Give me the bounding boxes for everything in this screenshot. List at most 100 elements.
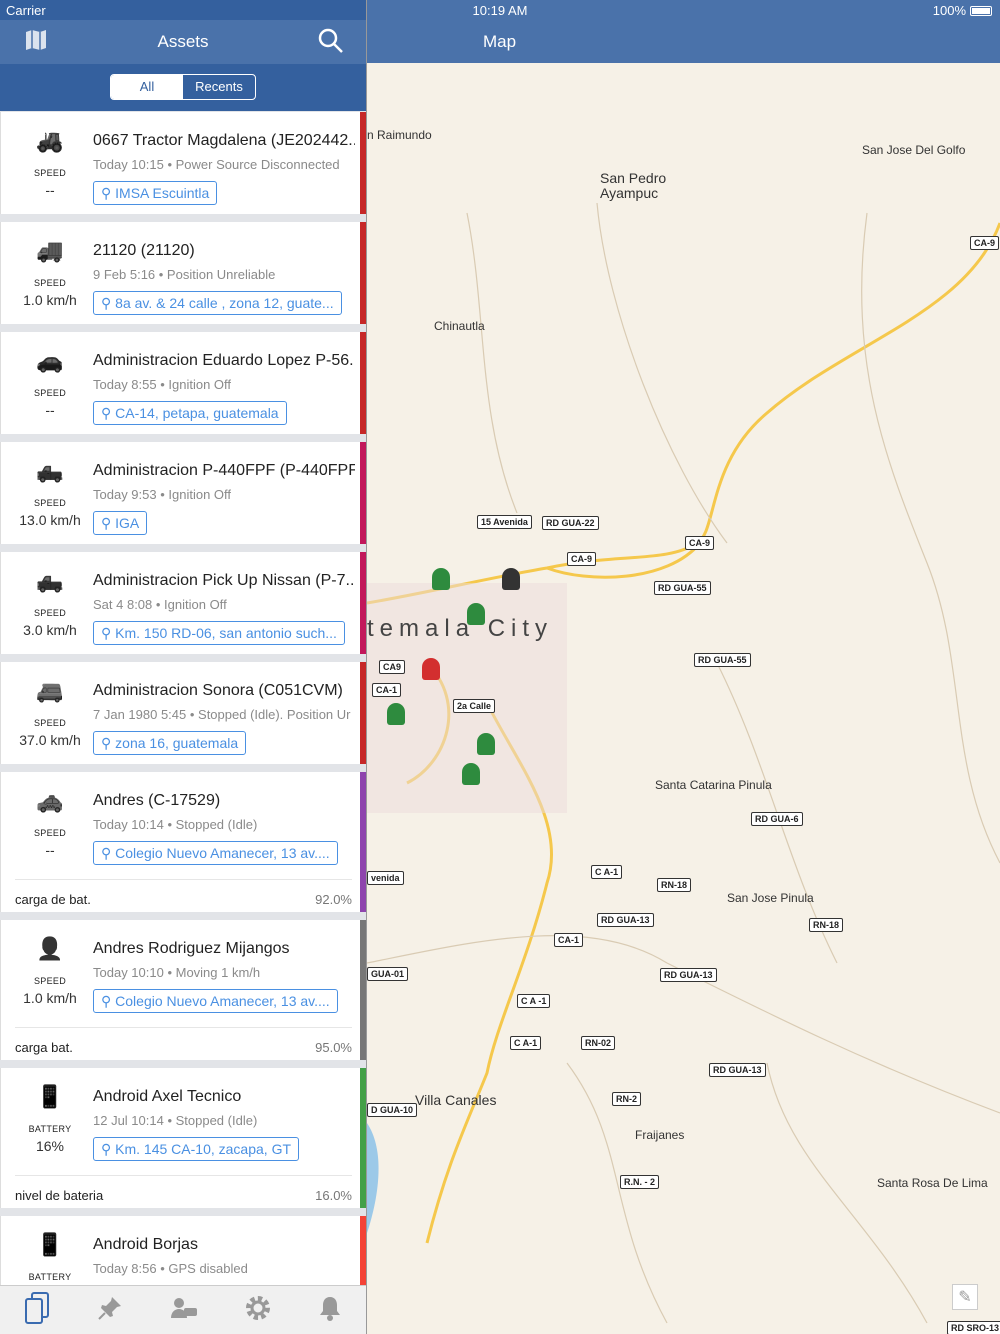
pickup-icon: 🛻 (36, 568, 64, 593)
pin-tab-icon[interactable] (97, 1295, 123, 1326)
asset-marker-icon[interactable] (477, 733, 495, 755)
location-label: zona 16, guatemala (115, 735, 239, 751)
map-place-label: n Raimundo (367, 128, 432, 142)
asset-marker-icon[interactable] (502, 568, 520, 590)
road-shield: RD GUA-13 (660, 968, 717, 982)
tab-recents[interactable]: Recents (183, 75, 255, 99)
notifications-tab-icon[interactable] (318, 1295, 342, 1326)
map-place-label: Villa Canales (415, 1092, 497, 1108)
asset-marker-icon[interactable] (467, 603, 485, 625)
asset-marker-icon[interactable] (432, 568, 450, 590)
metric-label: SPEED (33, 278, 66, 288)
asset-name: Administracion Eduardo Lopez P-56... (93, 352, 355, 369)
location-button[interactable]: ⚲ zona 16, guatemala (93, 731, 247, 755)
location-pin-icon: ⚲ (101, 845, 116, 861)
map-view[interactable]: n Raimundo San Pedro Ayampuc San Jose Del … (367, 63, 1000, 1334)
metric-label: SPEED (33, 718, 66, 728)
asset-name: Administracion Sonora (C051CVM) (93, 682, 343, 699)
asset-status: Today 8:56 • GPS disabled (93, 1261, 248, 1276)
sensor-row: carga bat. 95.0% (15, 1027, 352, 1055)
location-button[interactable]: ⚲ Colegio Nuevo Amanecer, 13 av.... (93, 841, 338, 865)
metric-label: BATTERY (28, 1124, 72, 1134)
location-button[interactable]: ⚲ IMSA Escuintla (93, 181, 218, 205)
sensor-row: nivel de bateria 16.0% (15, 1175, 352, 1203)
metric-label: SPEED (33, 608, 66, 618)
assets-title: Assets (157, 32, 209, 51)
status-bar: Carrier 10:19 AM 100% (0, 0, 1000, 20)
location-button[interactable]: ⚲ 8a av. & 24 calle , zona 12, guate... (93, 291, 342, 315)
asset-card[interactable]: 🚗 SPEED -- Administracion Eduardo Lopez … (0, 332, 366, 434)
sensor-value: 95.0% (315, 1040, 352, 1055)
location-label: IMSA Escuintla (115, 185, 210, 201)
road-shield: CA9 (379, 660, 406, 674)
metric-label: SPEED (33, 388, 66, 398)
pin-map-button[interactable]: ✎ (952, 1284, 978, 1310)
asset-name: Administracion Pick Up Nissan (P-7... (93, 572, 355, 589)
clock: 10:19 AM (472, 3, 528, 18)
road-shield: 2a Calle (453, 699, 496, 713)
sensor-label: carga de bat. (15, 892, 91, 907)
metric-value: 1.0 km/h (23, 292, 77, 308)
asset-card[interactable]: 📱 BATTERY 16% Android Axel Tecnico 12 Ju… (0, 1068, 366, 1208)
asset-card[interactable]: 🛻 SPEED 3.0 km/h Administracion Pick Up … (0, 552, 366, 654)
asset-card[interactable]: 🛻 SPEED 13.0 km/h Administracion P-440FP… (0, 442, 366, 544)
pickup-icon: 🛻 (36, 458, 64, 483)
asset-marker-icon[interactable] (462, 763, 480, 785)
car-icon: 🚗 (36, 348, 64, 373)
road-shield: R.N. - 2 (620, 1175, 660, 1189)
road-shield: C A-1 (591, 865, 623, 879)
location-label: 8a av. & 24 calle , zona 12, guate... (115, 295, 334, 311)
road-shield: RN-18 (657, 878, 692, 892)
road-shield: CA-9 (567, 552, 597, 566)
metric-value: 13.0 km/h (19, 512, 81, 528)
asset-name: Andres Rodriguez Mijangos (93, 940, 290, 957)
location-button[interactable]: ⚲ IGA (93, 511, 148, 535)
road-shield: RN-18 (809, 918, 844, 932)
location-label: IGA (115, 515, 140, 531)
asset-marker-icon[interactable] (422, 658, 440, 680)
asset-status: Today 10:10 • Moving 1 km/h (93, 965, 261, 980)
road-shield: D GUA-10 (367, 1103, 418, 1117)
search-icon[interactable] (318, 28, 344, 59)
location-pin-icon: ⚲ (101, 185, 116, 201)
asset-card[interactable]: 🚐 SPEED 37.0 km/h Administracion Sonora … (0, 662, 366, 764)
tractor-icon: 🚜 (36, 128, 64, 153)
asset-name: Administracion P-440FPF (P-440FPF) (93, 462, 355, 479)
sensor-label: nivel de bateria (15, 1188, 104, 1203)
location-pin-icon: ⚲ (101, 993, 116, 1009)
location-pin-icon: ⚲ (101, 295, 116, 311)
asset-name: Android Borjas (93, 1236, 198, 1253)
location-pin-icon: ⚲ (101, 515, 116, 531)
driver-tab-icon[interactable] (170, 1296, 198, 1325)
asset-marker-icon[interactable] (387, 703, 405, 725)
asset-card[interactable]: 🚜 SPEED -- 0667 Tractor Magdalena (JE202… (0, 112, 366, 214)
asset-card[interactable]: 👤 SPEED 1.0 km/h Andres Rodriguez Mijang… (0, 920, 366, 1060)
van-icon: 🚐 (36, 678, 64, 703)
map-place-label: Chinautla (434, 319, 485, 333)
sensor-value: 16.0% (315, 1188, 352, 1203)
metric-value: 37.0 km/h (19, 732, 81, 748)
location-button[interactable]: ⚲ CA-14, petapa, guatemala (93, 401, 287, 425)
location-button[interactable]: ⚲ Km. 150 RD-06, san antonio such... (93, 621, 345, 645)
assets-panel: Assets All Recents 🚜 SPEED -- 0667 Tract… (0, 0, 366, 1334)
location-button[interactable]: ⚲ Km. 145 CA-10, zacapa, GT (93, 1137, 300, 1161)
asset-status: Today 10:14 • Stopped (Idle) (93, 817, 258, 832)
settings-tab-icon[interactable] (245, 1295, 271, 1326)
devices-tab-icon[interactable] (24, 1291, 50, 1329)
map-place-label: San Pedro Ayampuc (600, 170, 667, 201)
location-button[interactable]: ⚲ Colegio Nuevo Amanecer, 13 av.... (93, 989, 338, 1013)
taxi-icon: 🚕 (36, 788, 64, 813)
asset-card[interactable]: 🚚 SPEED 1.0 km/h 21120 (21120) 9 Feb 5:1… (0, 222, 366, 324)
asset-status: Today 8:55 • Ignition Off (93, 377, 232, 392)
phone-icon: 📱 (36, 1084, 64, 1109)
metric-label: SPEED (33, 828, 66, 838)
tab-all[interactable]: All (111, 75, 183, 99)
road-shield: CA-9 (970, 236, 1000, 250)
location-label: Colegio Nuevo Amanecer, 13 av.... (115, 993, 330, 1009)
asset-card[interactable]: 🚕 SPEED -- Andres (C-17529) Today 10:14 … (0, 772, 366, 912)
metric-value: -- (45, 842, 55, 858)
road-shield: RD SRO-13 (947, 1321, 1000, 1334)
asset-list: 🚜 SPEED -- 0667 Tractor Magdalena (JE202… (0, 112, 366, 1326)
road-shield: RN-02 (581, 1036, 616, 1050)
road-shield: RD GUA-6 (751, 812, 803, 826)
